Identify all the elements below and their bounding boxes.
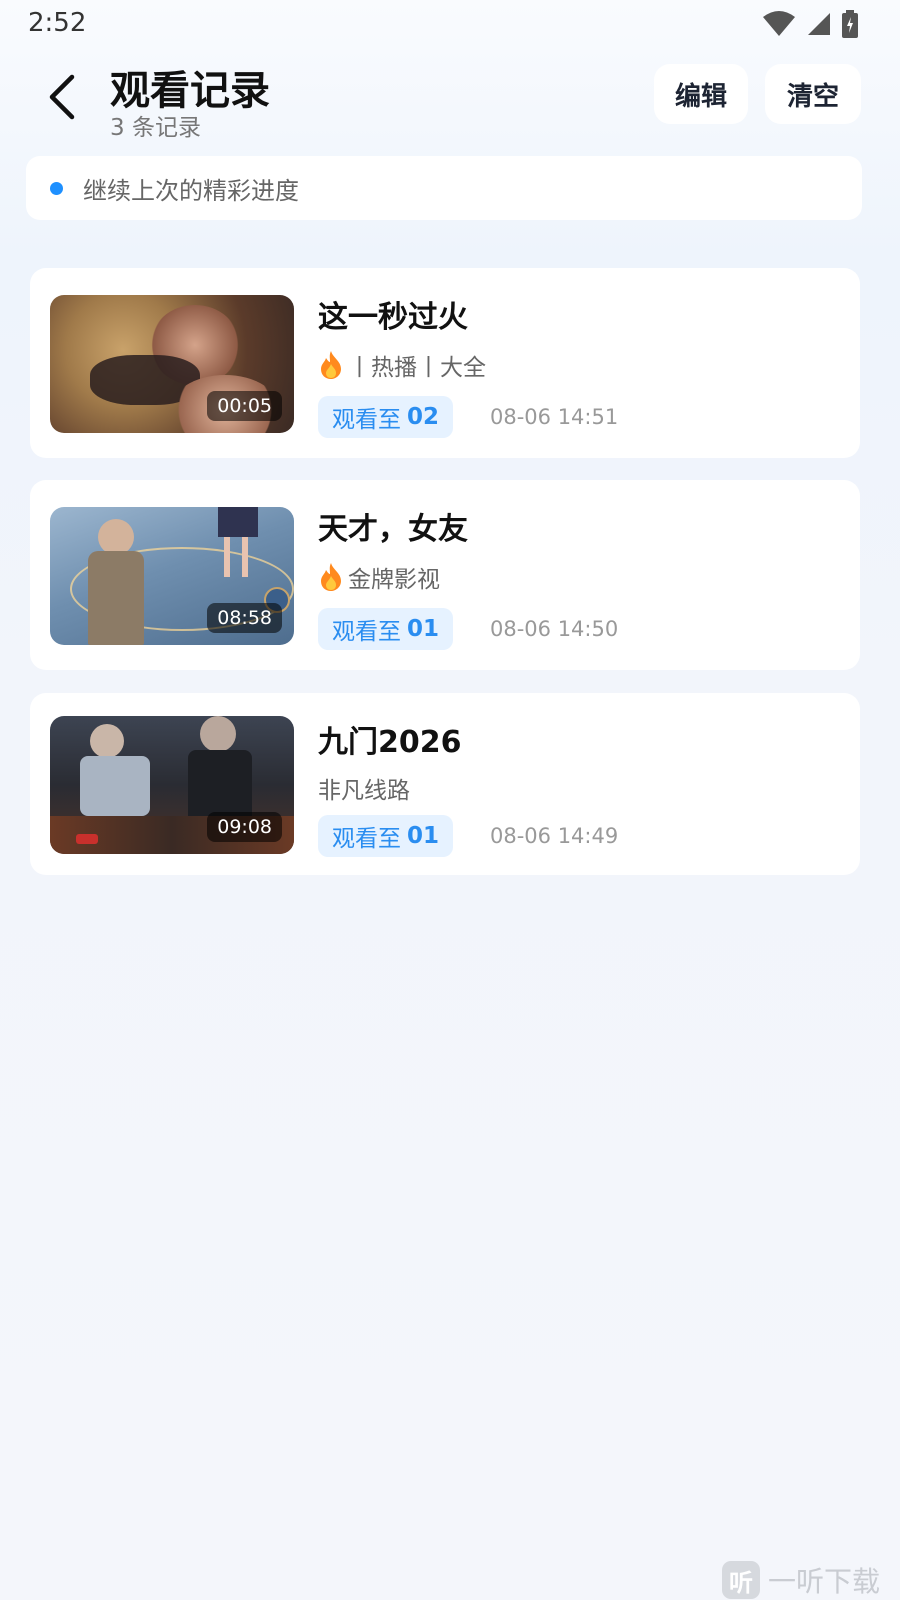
fire-icon — [321, 563, 341, 591]
history-card[interactable]: 09:08 九门2026 非凡线路 观看至 01 08-06 14:49 — [30, 693, 860, 875]
tags-text: 金牌影视 — [348, 567, 440, 593]
wifi-icon — [763, 11, 795, 36]
tip-bar: 继续上次的精彩进度 — [26, 156, 862, 220]
video-title: 九门2026 — [318, 725, 462, 760]
video-tags: 金牌影视 — [318, 560, 440, 594]
battery-icon — [842, 10, 858, 38]
video-thumbnail[interactable]: 08:58 — [50, 507, 294, 645]
back-button[interactable] — [40, 72, 84, 122]
fire-icon — [321, 351, 341, 379]
tip-text: 继续上次的精彩进度 — [83, 176, 299, 205]
progress-label: 观看至 — [332, 619, 401, 645]
video-title: 天才，女友 — [318, 512, 468, 547]
watermark-text: 一听下载 — [767, 1565, 880, 1598]
episode-number: 01 — [407, 616, 440, 642]
record-count: 3 条记录 — [110, 115, 201, 141]
signal-icon — [808, 13, 830, 35]
tip-dot — [50, 181, 63, 195]
edit-button[interactable]: 编辑 — [654, 64, 748, 124]
watch-timestamp: 08-06 14:51 — [490, 405, 619, 429]
video-title: 这一秒过火 — [318, 300, 468, 335]
header: 观看记录 3 条记录 编辑 清空 — [0, 56, 900, 146]
video-thumbnail[interactable]: 00:05 — [50, 295, 294, 433]
history-card[interactable]: 00:05 这一秒过火 丨热播丨大全 观看至 02 08-06 14:51 — [30, 268, 860, 458]
watch-timestamp: 08-06 14:50 — [490, 617, 619, 641]
video-tags: 丨热播丨大全 — [318, 348, 486, 382]
status-icons — [762, 10, 858, 38]
progress-badge[interactable]: 观看至 02 — [318, 396, 454, 438]
clear-button[interactable]: 清空 — [765, 64, 861, 124]
progress-badge[interactable]: 观看至 01 — [318, 815, 454, 857]
status-bar: 2:52 — [0, 0, 900, 48]
watermark-logo: 听 — [721, 1561, 760, 1599]
progress-badge[interactable]: 观看至 01 — [318, 608, 454, 650]
watch-timestamp: 08-06 14:49 — [490, 824, 619, 848]
video-tags: 非凡线路 — [318, 771, 410, 805]
progress-label: 观看至 — [332, 407, 401, 433]
video-thumbnail[interactable]: 09:08 — [50, 716, 294, 854]
episode-number: 02 — [407, 404, 440, 430]
progress-label: 观看至 — [332, 826, 401, 852]
status-time: 2:52 — [28, 8, 87, 38]
video-duration: 00:05 — [207, 391, 282, 421]
video-duration: 08:58 — [207, 603, 282, 633]
video-duration: 09:08 — [207, 812, 282, 842]
tags-text: 丨热播丨大全 — [348, 355, 486, 381]
tags-text: 非凡线路 — [318, 778, 410, 804]
chevron-left-icon — [49, 74, 75, 120]
episode-number: 01 — [407, 823, 440, 849]
watermark: 听 一听下载 — [721, 1560, 880, 1600]
history-card[interactable]: 08:58 天才，女友 金牌影视 观看至 01 08-06 14:50 — [30, 480, 860, 670]
